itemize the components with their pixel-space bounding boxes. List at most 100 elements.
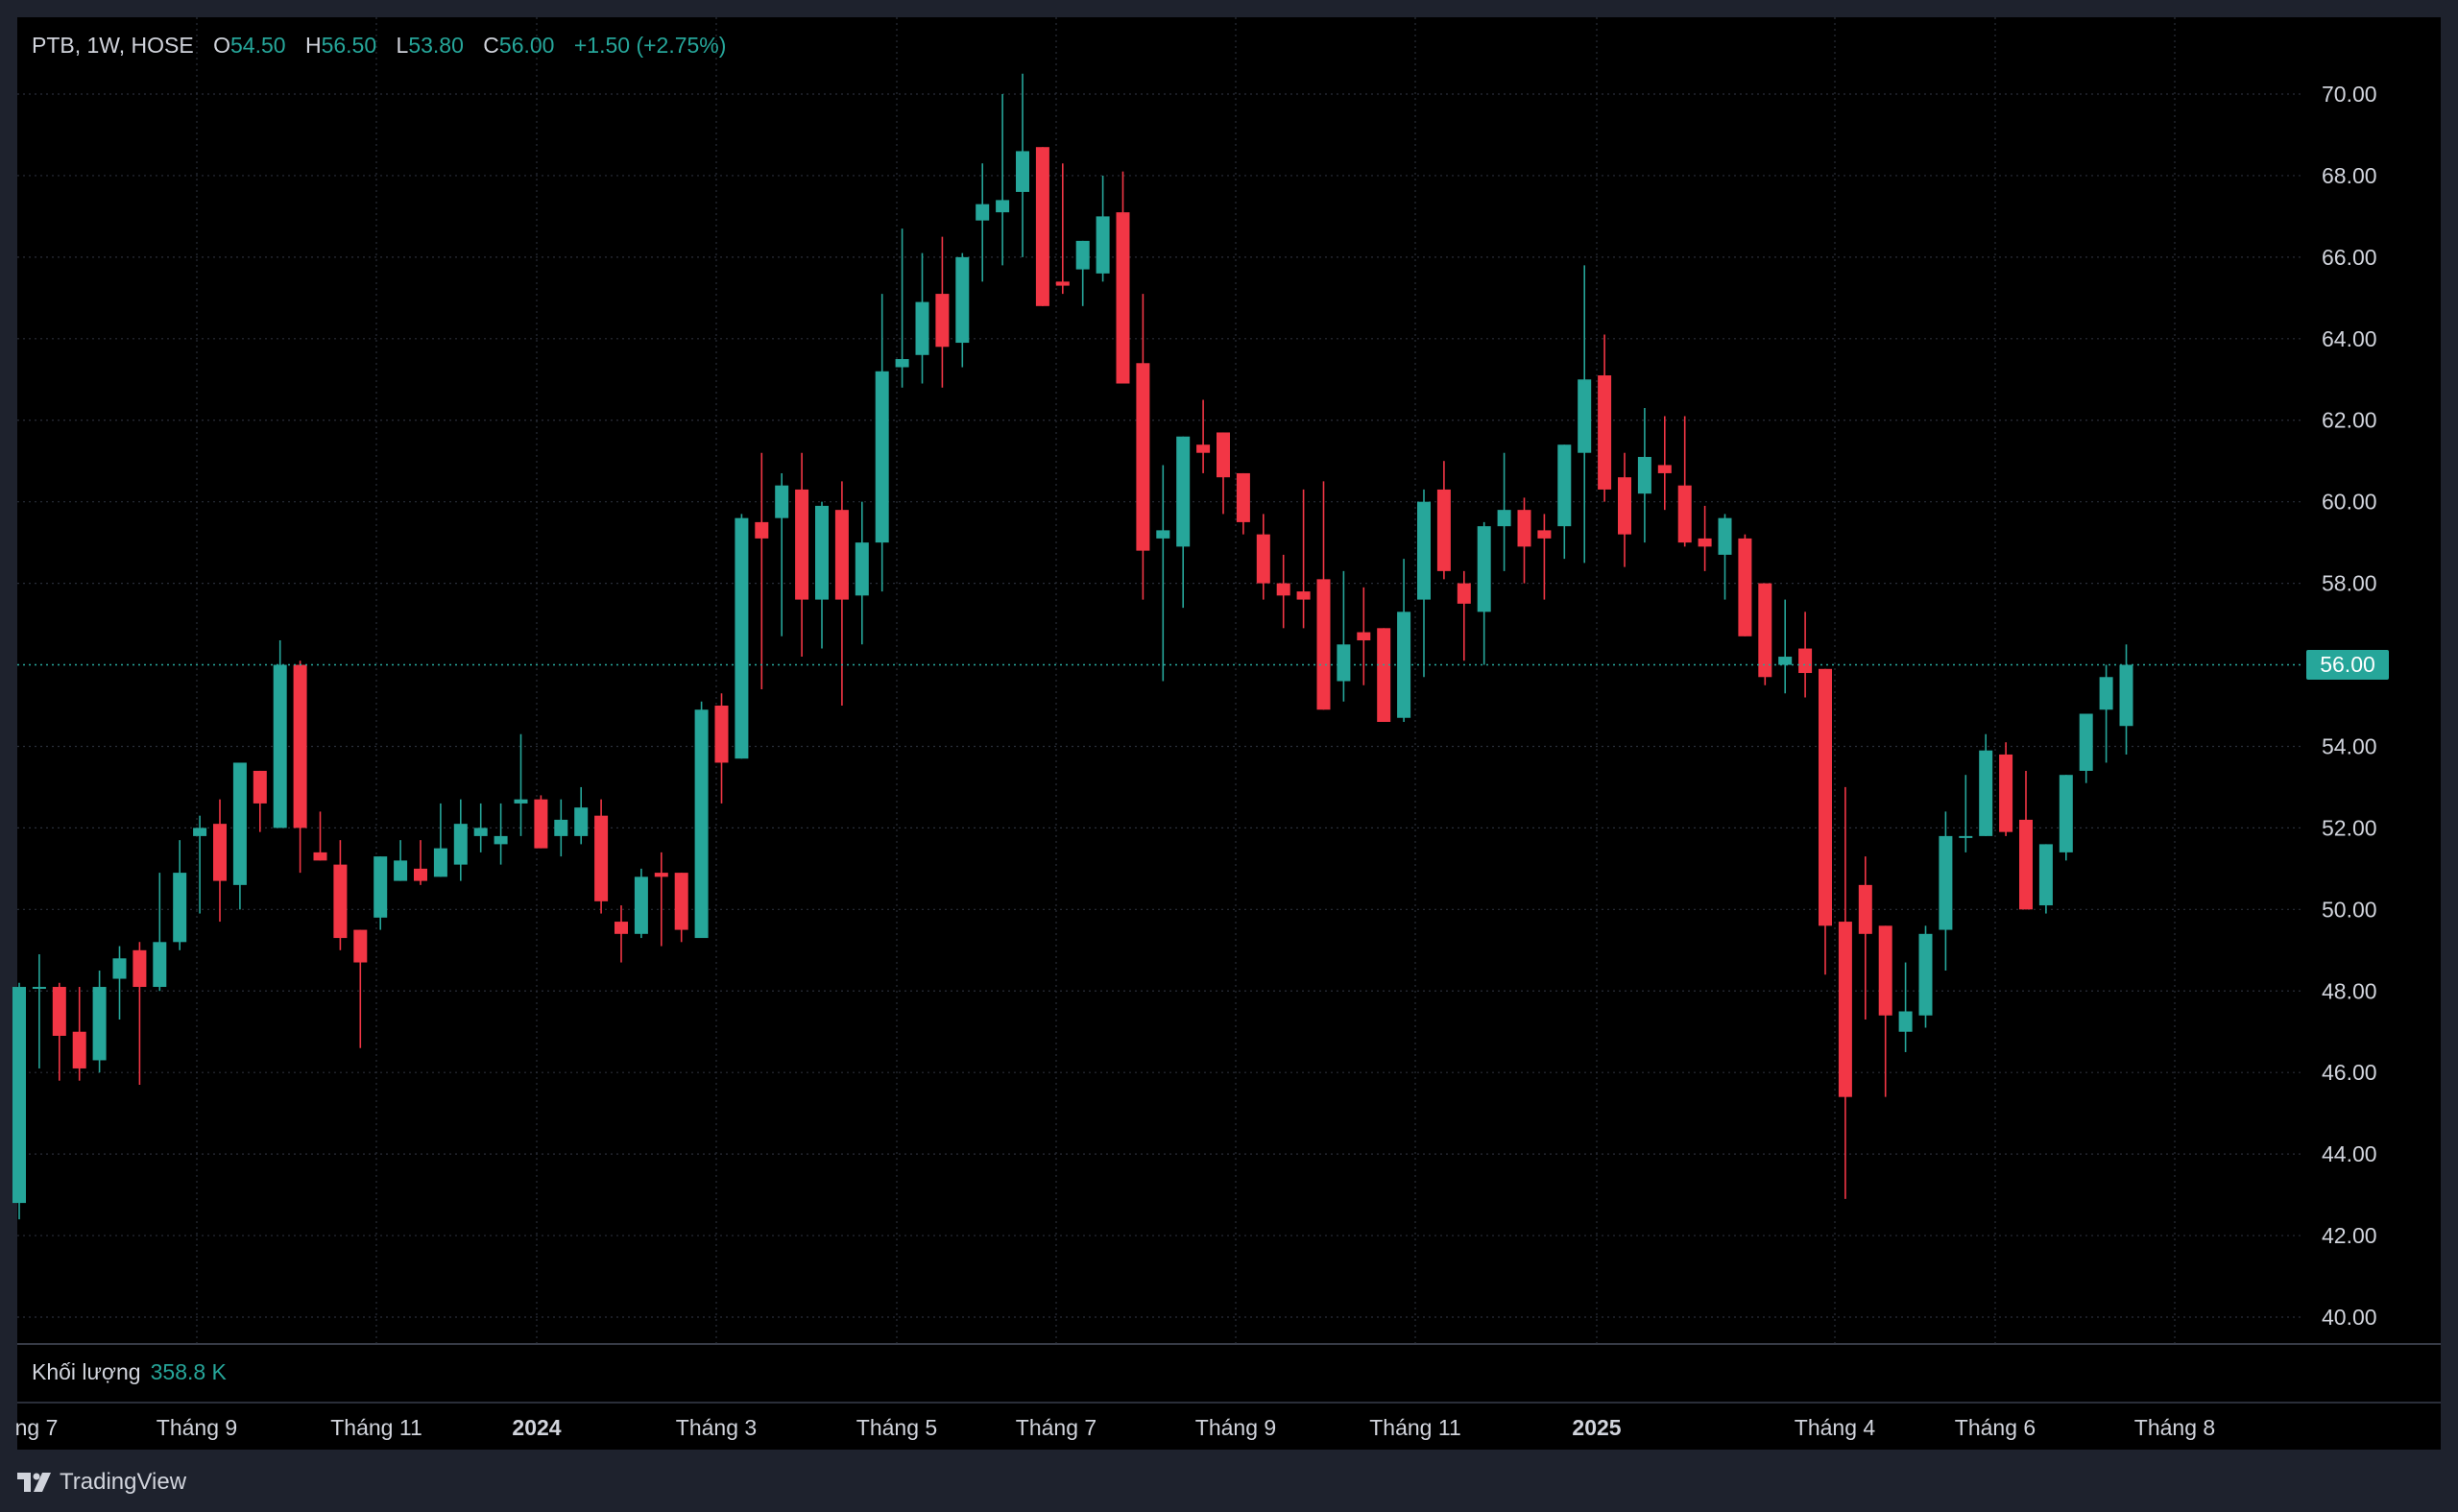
candle-body <box>1156 530 1170 539</box>
candle-body <box>494 835 508 845</box>
candle <box>1256 514 1270 600</box>
candle <box>1738 534 1752 636</box>
time-tick-label: 2024 <box>512 1415 561 1440</box>
candle <box>494 803 508 865</box>
volume-value: 358.8 K <box>150 1359 227 1384</box>
candle <box>193 815 207 914</box>
price-tick-label: 48.00 <box>2322 978 2377 1003</box>
candle <box>232 762 247 910</box>
candle <box>534 795 548 849</box>
candle <box>2059 775 2073 861</box>
candle <box>1357 587 1371 685</box>
candle <box>1618 452 1631 567</box>
time-tick-label: Tháng 9 <box>157 1415 237 1440</box>
candle <box>112 946 127 1020</box>
candle-body <box>1939 835 1953 930</box>
candle <box>1176 436 1191 609</box>
candle-body <box>473 828 488 836</box>
price-tick-label: 42.00 <box>2322 1223 2377 1248</box>
candle-body <box>1637 456 1651 494</box>
candle <box>1778 599 1793 694</box>
chart-grid <box>17 17 2304 1344</box>
low-value: 53.80 <box>408 33 464 58</box>
time-tick-label: Tháng 6 <box>1955 1415 2036 1440</box>
candle <box>12 982 26 1220</box>
candle-body <box>1256 534 1270 584</box>
candle-body <box>775 485 789 518</box>
candle-body <box>2099 677 2113 710</box>
candle <box>1819 668 1832 975</box>
candle-body <box>1657 465 1672 473</box>
candle <box>855 501 869 645</box>
candle <box>2099 664 2113 763</box>
candle <box>1598 334 1612 502</box>
candle <box>1878 925 1892 1097</box>
candle <box>473 803 488 852</box>
candle-body <box>1557 444 1572 527</box>
candle-body <box>815 505 829 600</box>
candle-body <box>32 987 46 990</box>
candle <box>1497 452 1511 571</box>
price-tick-label: 70.00 <box>2322 82 2377 107</box>
candle-body <box>1718 517 1732 555</box>
price-tick-label: 40.00 <box>2322 1305 2377 1330</box>
candle-body <box>1738 538 1752 636</box>
candle-body <box>614 922 628 934</box>
candle-body <box>213 824 227 881</box>
candle <box>1918 925 1933 1028</box>
candle-body <box>976 204 990 221</box>
time-tick-label: Tháng 7 <box>1016 1415 1096 1440</box>
candle-body <box>1035 147 1049 306</box>
candle-body <box>52 987 66 1036</box>
candle <box>1417 489 1431 678</box>
candle <box>1798 612 1813 698</box>
candle <box>1316 481 1331 710</box>
candle-body <box>1698 538 1712 547</box>
low-label: L <box>396 33 409 58</box>
price-tick-label: 46.00 <box>2322 1060 2377 1085</box>
volume-legend[interactable]: Khối lượng 358.8 K <box>32 1359 227 1385</box>
tradingview-logo[interactable]: TradingView <box>17 1467 186 1498</box>
candle-body <box>674 873 688 930</box>
candle-body <box>755 521 769 539</box>
candle-body <box>153 942 167 988</box>
candle-body <box>1898 1011 1913 1032</box>
open-value: 54.50 <box>230 33 286 58</box>
candle-body <box>1417 501 1431 600</box>
volume-label: Khối lượng <box>32 1359 141 1384</box>
candle-body <box>1578 379 1592 453</box>
candle-body <box>2059 775 2073 852</box>
close-value: 56.00 <box>498 33 555 58</box>
candle <box>1578 265 1592 564</box>
candle <box>414 840 427 885</box>
candle-body <box>1136 363 1150 551</box>
candle-body <box>232 762 247 885</box>
candle-body <box>2119 664 2133 727</box>
candle <box>815 501 829 649</box>
price-tick-label: 60.00 <box>2322 490 2377 515</box>
candle <box>755 452 769 690</box>
candle-body <box>855 542 869 596</box>
candle <box>1698 505 1712 571</box>
candle <box>1657 416 1672 511</box>
candle <box>1758 583 1772 685</box>
candle <box>1477 521 1491 665</box>
time-tick-label: Tháng 11 <box>330 1415 422 1440</box>
candle-body <box>72 1031 86 1068</box>
price-chart[interactable]: 40.00 42.00 44.00 46.00 48.00 50.00 52.00 54.00… <box>0 0 2458 1512</box>
candle <box>1959 775 1973 852</box>
candle-body <box>353 929 368 963</box>
candle <box>133 942 147 1085</box>
candle-body <box>594 815 609 901</box>
price-tick-label: 64.00 <box>2322 326 2377 351</box>
candle <box>333 840 348 950</box>
candle-body <box>875 371 889 543</box>
candle <box>394 840 408 881</box>
ohlc-legend: PTB, 1W, HOSE O54.50 H56.50 L53.80 C56.0… <box>32 33 726 59</box>
candle-body <box>1075 240 1090 270</box>
candle <box>976 163 990 282</box>
time-tick-label: Tháng 4 <box>1795 1415 1876 1440</box>
candle <box>293 660 307 874</box>
time-tick-label: Tháng 5 <box>856 1415 937 1440</box>
symbol-info[interactable]: PTB, 1W, HOSE <box>32 33 194 58</box>
